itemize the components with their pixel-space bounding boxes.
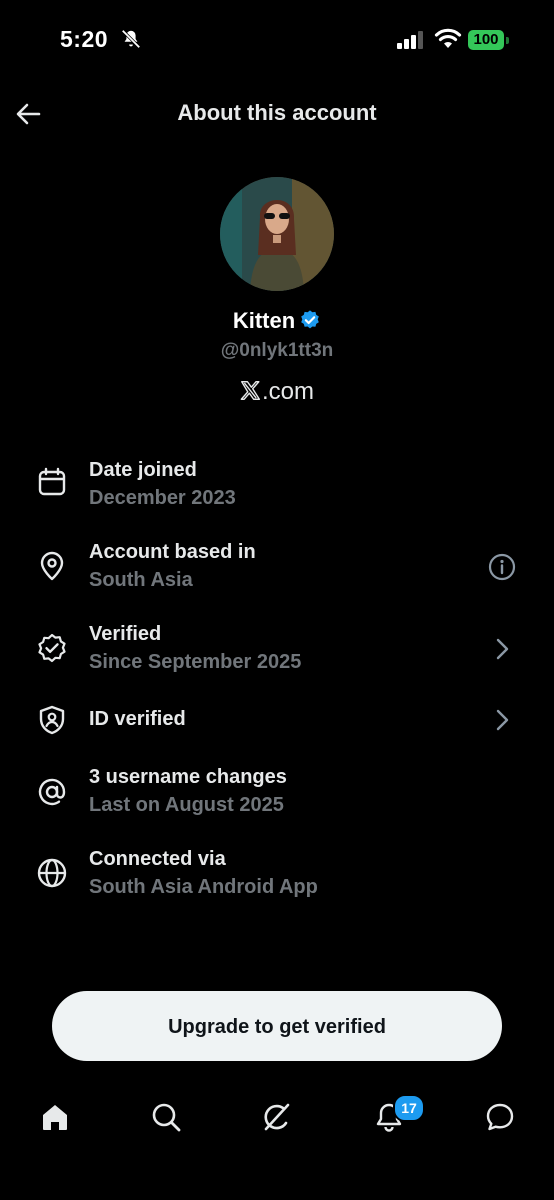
detail-title-verified[interactable]: Verified: [89, 623, 161, 646]
silent-mode-icon: [121, 29, 141, 49]
battery-level: 100: [468, 30, 504, 50]
page-title: About this account: [177, 100, 377, 125]
site-label: .com: [0, 378, 554, 406]
detail-value-date-joined: December 2023: [89, 487, 236, 509]
wifi-icon: [434, 28, 462, 48]
username-handle: @0nlyk1tt3n: [220, 340, 334, 361]
globe-icon: [37, 858, 67, 888]
verified-badge-icon: [38, 633, 66, 663]
detail-value-verified: Since September 2025: [89, 651, 302, 673]
status-time: 5:20: [60, 26, 109, 52]
site-domain: .com: [261, 378, 314, 405]
detail-value-username-changes: Last on August 2025: [89, 794, 284, 816]
x-logo-icon: [240, 381, 261, 400]
upgrade-button[interactable]: Upgrade to get verified: [52, 991, 502, 1061]
grok-icon[interactable]: [261, 1101, 293, 1133]
messages-icon[interactable]: [484, 1101, 516, 1133]
id-shield-icon: [39, 705, 65, 735]
location-pin-icon: [40, 551, 64, 581]
at-sign-icon: [38, 778, 66, 806]
verified-check-icon: [301, 310, 319, 329]
detail-title-id-verified[interactable]: ID verified: [89, 708, 186, 731]
calendar-icon: [38, 467, 66, 496]
search-icon[interactable]: [150, 1101, 182, 1133]
detail-title-connected-via: Connected via: [89, 848, 226, 870]
notification-count-badge: 17: [393, 1094, 425, 1122]
info-icon[interactable]: [488, 553, 516, 581]
detail-value-connected-via: South Asia Android App: [89, 876, 318, 898]
home-icon[interactable]: [39, 1101, 71, 1133]
detail-title-date-joined: Date joined: [89, 459, 197, 481]
detail-value-based-in: South Asia: [89, 569, 193, 591]
display-name-row: Kitten: [0, 308, 554, 334]
chevron-right-icon[interactable]: [488, 635, 516, 663]
avatar[interactable]: [220, 177, 334, 291]
cellular-signal-icon: [397, 31, 423, 49]
battery-indicator: 100: [468, 30, 510, 52]
detail-title-based-in: Account based in: [89, 541, 256, 563]
detail-title-username-changes: 3 username changes: [89, 766, 287, 788]
chevron-right-icon[interactable]: [488, 706, 516, 734]
display-name: Kitten: [232, 308, 296, 333]
